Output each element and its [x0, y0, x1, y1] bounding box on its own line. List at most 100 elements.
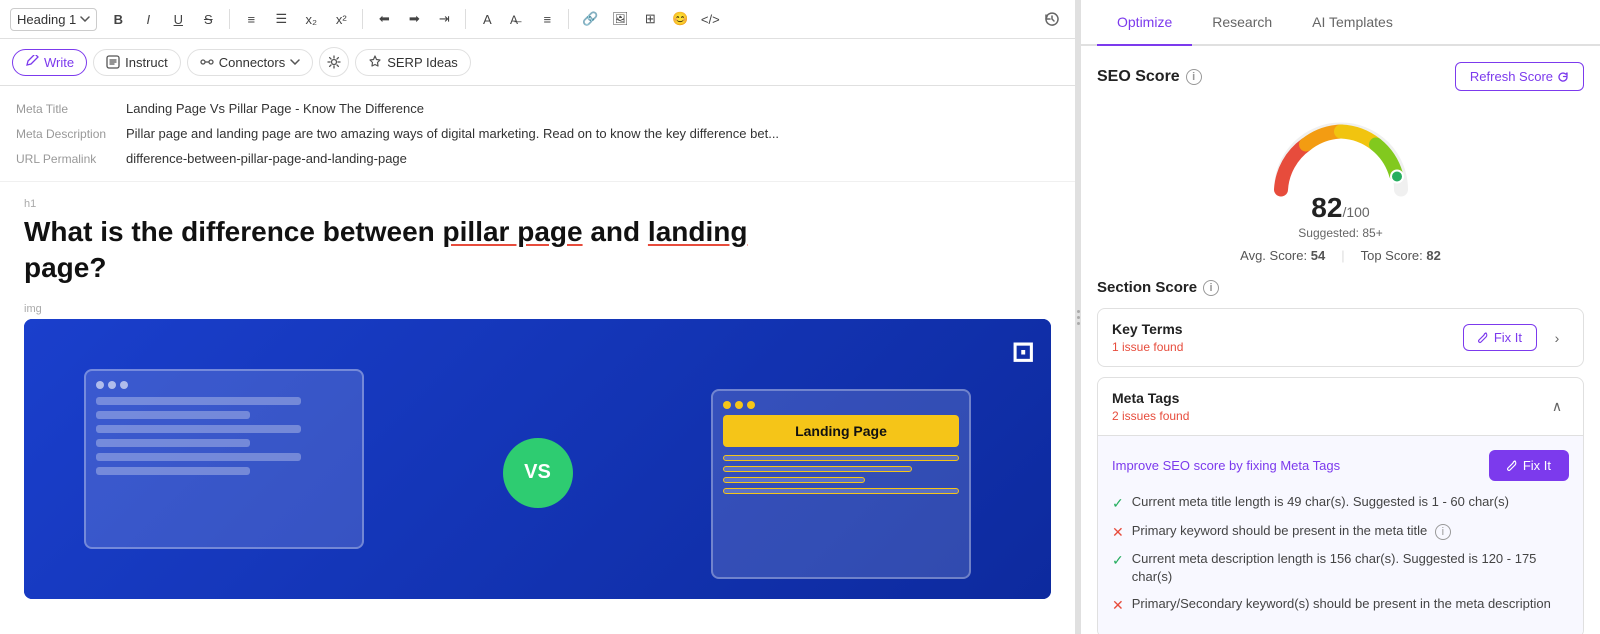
heading-select-label: Heading 1: [17, 12, 76, 27]
main-toolbar: Heading 1 B I U S ≡ ☰ x₂ x² ⬅ ➡ ⇥ A A̶ ≡…: [0, 0, 1075, 39]
line-3: [96, 425, 301, 433]
subscript-button[interactable]: x₂: [298, 6, 324, 32]
serp-ideas-button[interactable]: SERP Ideas: [355, 49, 471, 76]
key-terms-fix-it-label: Fix It: [1494, 330, 1522, 345]
cross-text-3: Primary/Secondary keyword(s) should be p…: [1132, 595, 1551, 613]
refresh-icon: [1557, 71, 1569, 83]
top-score-value: 82: [1426, 248, 1440, 263]
h1-label: h1: [24, 198, 1051, 210]
browser-mock-right: Landing Page: [711, 389, 971, 579]
image-button[interactable]: 🖼: [607, 6, 633, 32]
indent-button[interactable]: ⇥: [431, 6, 457, 32]
align-center-button[interactable]: ≡: [534, 6, 560, 32]
connectors-label: Connectors: [219, 55, 285, 70]
meta-url-value[interactable]: difference-between-pillar-page-and-landi…: [126, 151, 1059, 166]
meta-description-value[interactable]: Pillar page and landing page are two ama…: [126, 126, 1059, 141]
svg-text:A̶: A̶: [510, 13, 522, 26]
align-right-button[interactable]: ➡: [401, 6, 427, 32]
tab-research-label: Research: [1212, 14, 1272, 30]
connectors-button[interactable]: Connectors: [187, 49, 313, 76]
meta-title-row: Meta Title Landing Page Vs Pillar Page -…: [16, 96, 1059, 121]
table-button[interactable]: ⊞: [637, 6, 663, 32]
divider-2: [362, 9, 363, 29]
seo-score-title: SEO Score i: [1097, 68, 1202, 86]
meta-description-label: Meta Description: [16, 126, 126, 141]
heading-select[interactable]: Heading 1: [10, 8, 97, 31]
key-terms-fix-it-button[interactable]: Fix It: [1463, 324, 1537, 351]
gauge-suggested: Suggested: 85+: [1298, 226, 1382, 240]
connectors-icon: [200, 55, 214, 69]
pillar-keyword: pillar page: [443, 216, 583, 247]
ydot-1: [723, 401, 731, 409]
meta-tags-fix-it-button[interactable]: Fix It: [1489, 450, 1569, 481]
cross-icon-1: ✕: [1112, 523, 1124, 543]
strikethrough-button[interactable]: S: [195, 6, 221, 32]
bold-button[interactable]: B: [105, 6, 131, 32]
ydot-3: [747, 401, 755, 409]
image-mock: Landing Page VS ⊡: [24, 319, 1051, 599]
dot-1: [96, 381, 104, 389]
meta-title-value[interactable]: Landing Page Vs Pillar Page - Know The D…: [126, 101, 1059, 116]
meta-tags-issues: 2 issues found: [1112, 409, 1189, 423]
ydot-2: [735, 401, 743, 409]
key-terms-row: Key Terms 1 issue found Fix It ›: [1098, 309, 1583, 366]
seo-score-title-text: SEO Score: [1097, 68, 1180, 86]
seo-score-info-icon[interactable]: i: [1186, 69, 1202, 85]
tab-ai-templates[interactable]: AI Templates: [1292, 0, 1413, 46]
content-area[interactable]: h1 What is the difference between pillar…: [0, 182, 1075, 634]
top-score[interactable]: Top Score: 82: [1361, 248, 1441, 263]
top-right-icon: ⊡: [1012, 335, 1035, 368]
font-color-button[interactable]: A: [474, 6, 500, 32]
dot-3: [120, 381, 128, 389]
clear-format-button[interactable]: A̶: [504, 6, 530, 32]
instruct-button[interactable]: Instruct: [93, 49, 181, 76]
tab-optimize[interactable]: Optimize: [1097, 0, 1192, 46]
keyword-info-icon[interactable]: i: [1435, 524, 1451, 540]
meta-tags-collapse-button[interactable]: ∧: [1545, 395, 1569, 419]
unordered-list-button[interactable]: ☰: [268, 6, 294, 32]
panel-tabs: Optimize Research AI Templates: [1081, 0, 1600, 46]
line-2: [96, 411, 250, 419]
chevron-down-icon: [80, 16, 90, 22]
score-separator: |: [1341, 248, 1344, 263]
gauge-indicator-dot: [1391, 171, 1403, 183]
article-title[interactable]: What is the difference between pillar pa…: [24, 214, 1051, 287]
meta-tags-right: ∧: [1545, 395, 1569, 419]
landing-page-banner: Landing Page: [723, 415, 959, 447]
yline-1: [723, 455, 959, 461]
link-button[interactable]: 🔗: [577, 6, 603, 32]
check-text-0: Current meta title length is 49 char(s).…: [1132, 493, 1509, 511]
instruct-icon: [106, 55, 120, 69]
yline-3: [723, 477, 865, 483]
tab-research[interactable]: Research: [1192, 0, 1292, 46]
align-left-button[interactable]: ⬅: [371, 6, 397, 32]
code-button[interactable]: </>: [697, 6, 723, 32]
emoji-button[interactable]: 😊: [667, 6, 693, 32]
check-item-2: ✓ Current meta description length is 156…: [1112, 550, 1569, 586]
superscript-button[interactable]: x²: [328, 6, 354, 32]
gauge-total: /100: [1342, 204, 1369, 220]
gauge-score: 82/100 Suggested: 85+: [1298, 192, 1382, 240]
img-label: img: [24, 303, 1051, 315]
key-terms-expand-button[interactable]: ›: [1545, 326, 1569, 350]
refresh-score-button[interactable]: Refresh Score: [1455, 62, 1584, 91]
avg-score[interactable]: Avg. Score: 54: [1240, 248, 1325, 263]
top-score-label: Top Score:: [1361, 248, 1423, 263]
history-button[interactable]: [1039, 6, 1065, 32]
cross-item-1: ✕ Primary keyword should be present in t…: [1112, 522, 1569, 543]
meta-improve-row: Improve SEO score by fixing Meta Tags Fi…: [1112, 450, 1569, 481]
landing-keyword: landing: [648, 216, 748, 247]
ordered-list-button[interactable]: ≡: [238, 6, 264, 32]
underline-button[interactable]: U: [165, 6, 191, 32]
wrench-icon-2: [1507, 460, 1519, 472]
check-text-2: Current meta description length is 156 c…: [1132, 550, 1569, 586]
section-score-info-icon[interactable]: i: [1203, 280, 1219, 296]
settings-button[interactable]: [319, 47, 349, 77]
connectors-chevron-icon: [290, 59, 300, 65]
write-button[interactable]: Write: [12, 49, 87, 76]
wrench-icon-1: [1478, 332, 1490, 344]
vs-circle: VS: [503, 438, 573, 508]
italic-button[interactable]: I: [135, 6, 161, 32]
meta-tags-left: Meta Tags 2 issues found: [1112, 390, 1189, 423]
meta-tags-section: Meta Tags 2 issues found ∧ Improve SEO s…: [1097, 377, 1584, 634]
